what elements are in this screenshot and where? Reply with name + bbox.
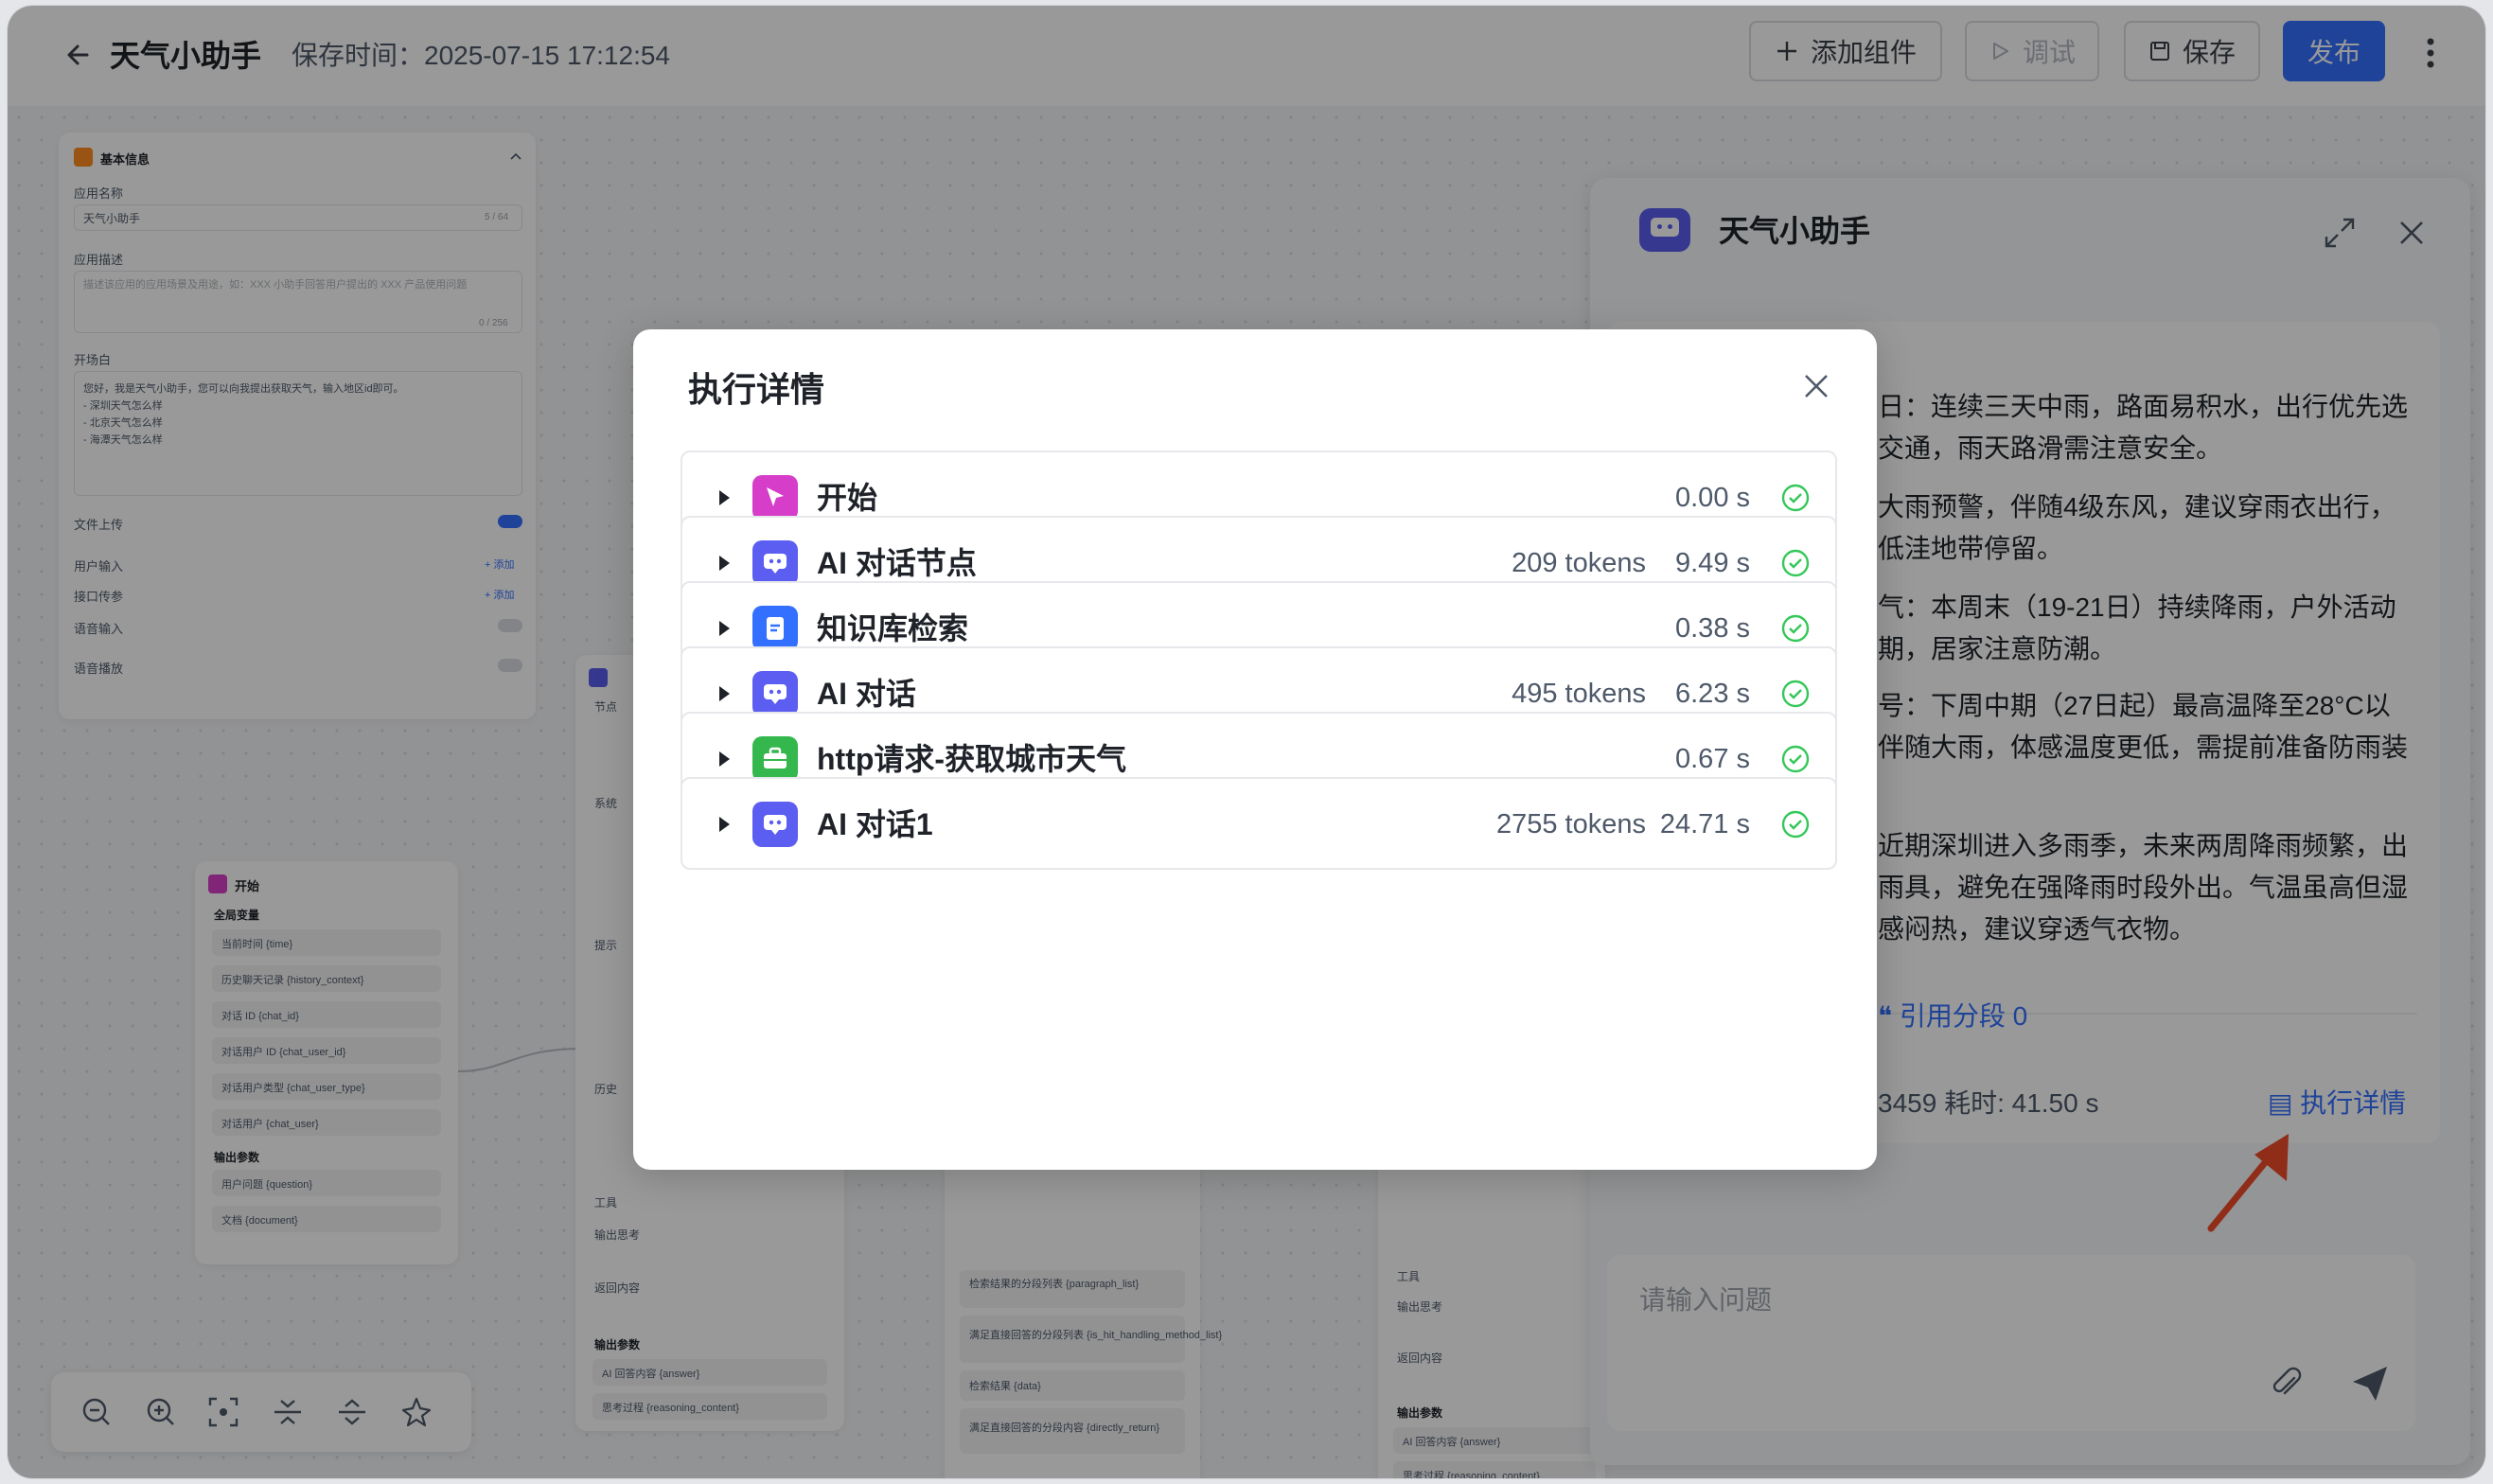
ai-chat-icon	[752, 671, 798, 716]
success-check-icon	[1781, 484, 1810, 512]
node-tokens: 209 tokens	[1512, 548, 1646, 578]
toolbox-icon	[752, 736, 798, 782]
success-check-icon	[1781, 745, 1810, 773]
success-check-icon	[1781, 810, 1810, 839]
ai-chat-icon	[752, 802, 798, 847]
caret-right-icon[interactable]	[716, 815, 732, 834]
caret-right-icon[interactable]	[716, 619, 732, 638]
app-window: 天气小助手 保存时间：2025-07-15 17:12:54 添加组件 调试 保…	[8, 6, 2485, 1478]
node-name: AI 对话节点	[817, 546, 977, 580]
node-name: 开始	[817, 481, 878, 515]
dialog-title: 执行详情	[688, 370, 825, 409]
node-name: http请求-获取城市天气	[817, 742, 1127, 776]
success-check-icon	[1781, 614, 1810, 643]
ai-chat-icon	[752, 540, 798, 586]
node-name: AI 对话1	[817, 807, 933, 841]
success-check-icon	[1781, 549, 1810, 577]
node-duration: 24.71 s	[1659, 809, 1750, 839]
execution-details-dialog: 执行详情 开始 0.00 s AI 对话节点 209 tokens 9.49 s…	[633, 329, 1877, 1170]
node-tokens: 2755 tokens	[1495, 809, 1646, 839]
node-duration: 0.38 s	[1675, 613, 1750, 644]
knowledge-base-icon	[752, 606, 798, 651]
node-name: 知识库检索	[817, 611, 969, 645]
node-tokens: 495 tokens	[1512, 679, 1646, 709]
caret-right-icon[interactable]	[716, 488, 732, 507]
close-icon[interactable]	[1797, 367, 1835, 405]
start-cursor-icon	[752, 475, 798, 521]
caret-right-icon[interactable]	[716, 750, 732, 768]
node-duration: 6.23 s	[1675, 679, 1750, 709]
exec-row[interactable]: AI 对话1 2755 tokens 24.71 s	[681, 777, 1837, 870]
caret-right-icon[interactable]	[716, 684, 732, 703]
node-duration: 0.00 s	[1675, 483, 1750, 513]
success-check-icon	[1781, 680, 1810, 708]
caret-right-icon[interactable]	[716, 554, 732, 573]
node-duration: 9.49 s	[1675, 548, 1750, 578]
node-duration: 0.67 s	[1675, 744, 1750, 774]
node-name: AI 对话	[817, 677, 916, 711]
